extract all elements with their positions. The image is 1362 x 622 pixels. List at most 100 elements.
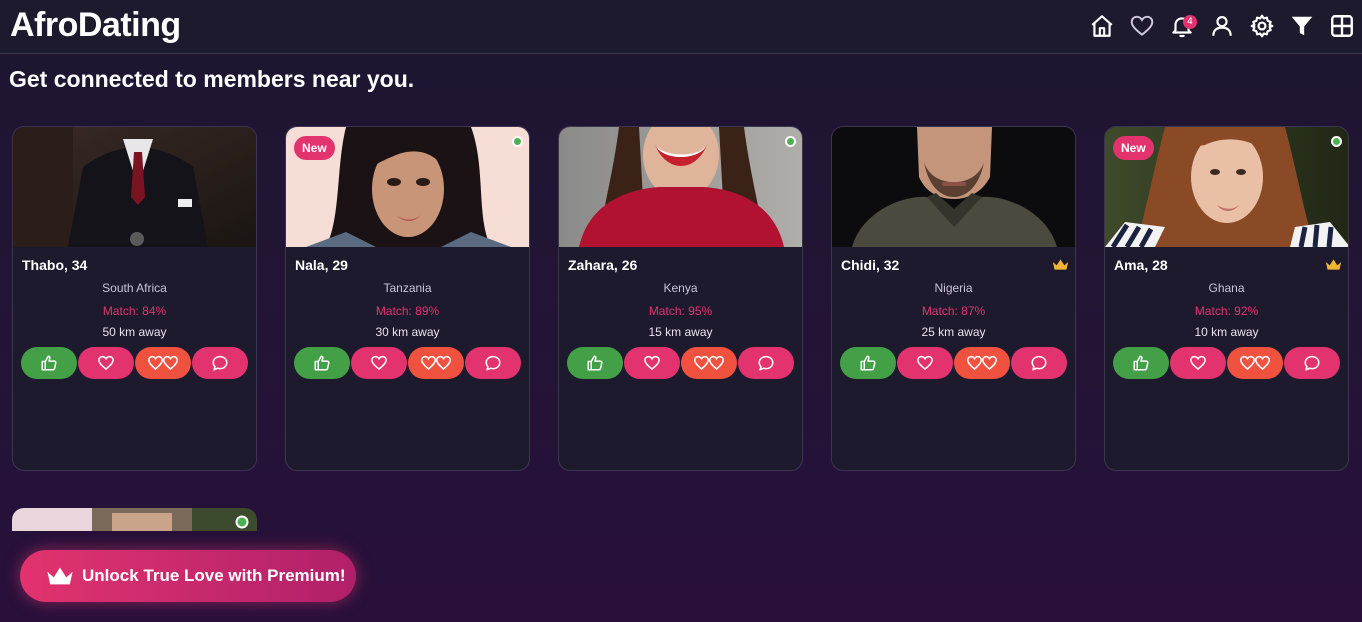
top-bar: AfroDating 4	[0, 0, 1362, 54]
member-match: Match: 87%	[921, 304, 986, 318]
chat-bubble-icon	[758, 355, 774, 371]
heart-icon	[644, 355, 660, 370]
member-card[interactable]: New Ama, 28 Ghana Match: 92% 10 km away	[1104, 126, 1349, 471]
member-country: Ghana	[1208, 281, 1245, 295]
message-button[interactable]	[738, 347, 794, 379]
grid-icon[interactable]	[1322, 10, 1362, 42]
member-photo[interactable]	[832, 127, 1075, 247]
double-heart-icon	[966, 355, 998, 370]
message-button[interactable]	[192, 347, 248, 379]
unlock-premium-label: Unlock True Love with Premium!	[82, 566, 346, 585]
member-actions	[567, 347, 796, 379]
member-actions	[1113, 347, 1342, 379]
love-button[interactable]	[897, 347, 953, 379]
member-grid: Thabo, 34 South Africa Match: 84% 50 km …	[12, 126, 1362, 472]
super-love-button[interactable]	[954, 347, 1010, 379]
member-actions	[840, 347, 1069, 379]
chat-bubble-icon	[485, 355, 501, 371]
crown-icon	[1052, 259, 1069, 270]
love-button[interactable]	[78, 347, 134, 379]
member-actions	[294, 347, 523, 379]
gear-icon[interactable]	[1242, 10, 1282, 42]
chat-bubble-icon	[1304, 355, 1320, 371]
filter-icon[interactable]	[1282, 10, 1322, 42]
chat-bubble-icon	[1031, 355, 1047, 371]
crown-icon	[47, 567, 73, 585]
thumbs-up-icon	[587, 355, 603, 371]
app-logo[interactable]: AfroDating	[10, 6, 181, 45]
home-icon[interactable]	[1082, 10, 1122, 42]
new-badge: New	[1113, 136, 1154, 160]
like-button[interactable]	[1113, 347, 1169, 379]
member-match: Match: 92%	[1194, 304, 1259, 318]
member-actions	[21, 347, 250, 379]
member-photo[interactable]: New	[286, 127, 529, 247]
member-distance: 10 km away	[1194, 325, 1259, 339]
thumbs-up-icon	[314, 355, 330, 371]
double-heart-icon	[147, 355, 179, 370]
page-headline: Get connected to members near you.	[9, 66, 415, 92]
member-photo	[12, 508, 257, 531]
thumbs-up-icon	[1133, 355, 1149, 371]
thumbs-up-icon	[41, 355, 57, 371]
thumbs-up-icon	[860, 355, 876, 371]
heart-icon	[98, 355, 114, 370]
member-match: Match: 84%	[102, 304, 167, 318]
like-button[interactable]	[567, 347, 623, 379]
member-country: Tanzania	[383, 281, 432, 295]
top-nav: 4	[1082, 10, 1362, 42]
love-button[interactable]	[624, 347, 680, 379]
chat-bubble-icon	[212, 355, 228, 371]
member-name: Chidi, 32	[841, 257, 900, 273]
member-match: Match: 95%	[648, 304, 713, 318]
notification-badge: 4	[1183, 15, 1197, 29]
double-heart-icon	[1239, 355, 1271, 370]
like-button[interactable]	[840, 347, 896, 379]
member-card[interactable]: Zahara, 26 Kenya Match: 95% 15 km away	[558, 126, 803, 471]
user-icon[interactable]	[1202, 10, 1242, 42]
heart-icon	[917, 355, 933, 370]
message-button[interactable]	[1284, 347, 1340, 379]
like-button[interactable]	[294, 347, 350, 379]
member-country: South Africa	[102, 281, 167, 295]
super-love-button[interactable]	[1227, 347, 1283, 379]
member-country: Nigeria	[934, 281, 973, 295]
super-love-button[interactable]	[408, 347, 464, 379]
online-indicator	[512, 136, 523, 147]
member-name: Nala, 29	[295, 257, 348, 273]
super-love-button[interactable]	[135, 347, 191, 379]
unlock-premium-button[interactable]: Unlock True Love with Premium!	[20, 550, 356, 602]
crown-icon	[1325, 259, 1342, 270]
member-match: Match: 89%	[375, 304, 440, 318]
member-card-partial[interactable]	[12, 508, 257, 531]
member-card[interactable]: Thabo, 34 South Africa Match: 84% 50 km …	[12, 126, 257, 471]
message-button[interactable]	[1011, 347, 1067, 379]
like-button[interactable]	[21, 347, 77, 379]
member-name: Zahara, 26	[568, 257, 638, 273]
online-indicator	[785, 136, 796, 147]
member-distance: 25 km away	[921, 325, 986, 339]
member-card[interactable]: New Nala, 29 Tanzania Match: 89% 30 km a…	[285, 126, 530, 471]
member-distance: 50 km away	[102, 325, 167, 339]
online-indicator	[1331, 136, 1342, 147]
message-button[interactable]	[465, 347, 521, 379]
member-country: Kenya	[663, 281, 698, 295]
member-card[interactable]: Chidi, 32 Nigeria Match: 87% 25 km away	[831, 126, 1076, 471]
member-photo[interactable]	[559, 127, 802, 247]
heart-icon	[1190, 355, 1206, 370]
member-photo[interactable]	[13, 127, 256, 247]
member-name: Thabo, 34	[22, 257, 88, 273]
double-heart-icon	[420, 355, 452, 370]
member-distance: 15 km away	[648, 325, 713, 339]
love-button[interactable]	[351, 347, 407, 379]
member-distance: 30 km away	[375, 325, 440, 339]
member-photo[interactable]: New	[1105, 127, 1348, 247]
heart-icon	[371, 355, 387, 370]
love-button[interactable]	[1170, 347, 1226, 379]
heart-icon[interactable]	[1122, 10, 1162, 42]
member-name: Ama, 28	[1114, 257, 1168, 273]
bell-icon[interactable]: 4	[1162, 10, 1202, 42]
new-badge: New	[294, 136, 335, 160]
double-heart-icon	[693, 355, 725, 370]
super-love-button[interactable]	[681, 347, 737, 379]
